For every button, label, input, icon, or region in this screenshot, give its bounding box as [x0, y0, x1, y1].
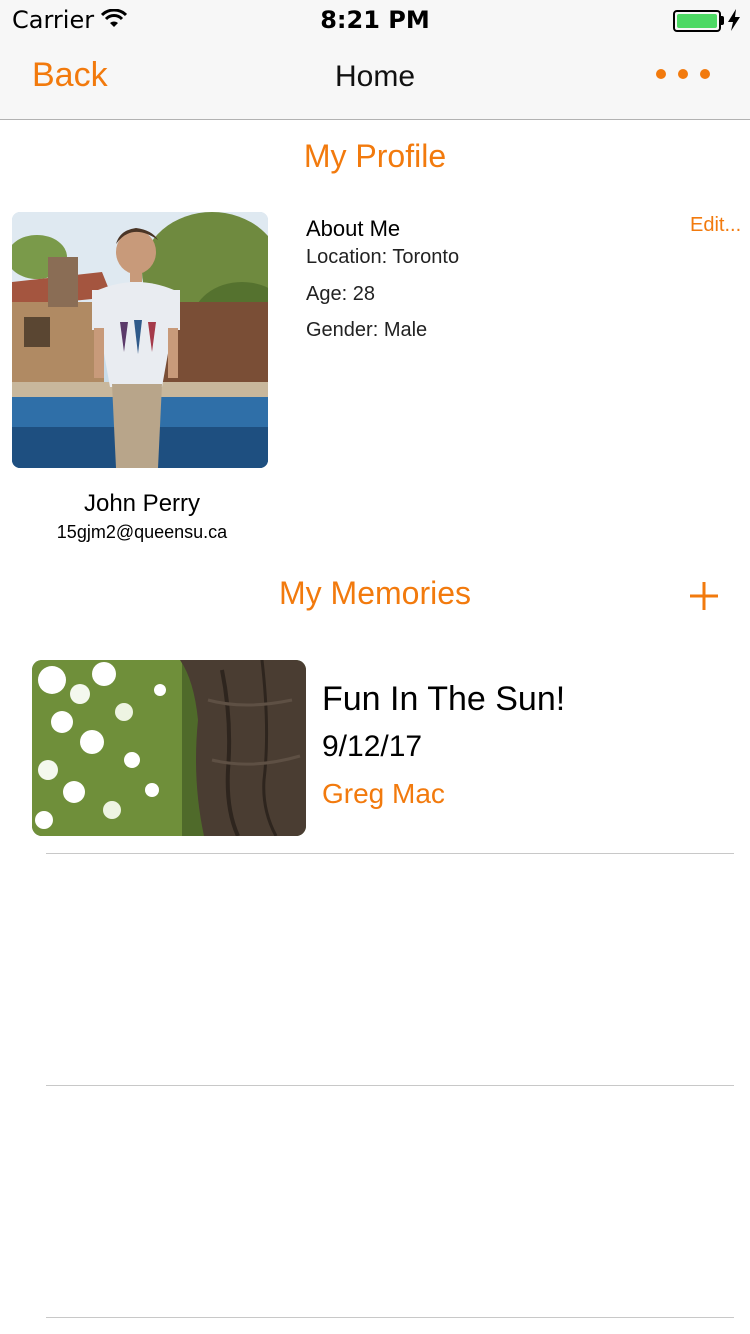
- dot: [656, 69, 666, 79]
- charging-bolt-icon: [728, 9, 740, 31]
- battery-tip: [721, 16, 724, 25]
- dot: [678, 69, 688, 79]
- status-bar: Carrier 8:21 PM: [0, 0, 750, 40]
- memory-date: 9/12/17: [322, 730, 423, 763]
- profile-email: 15gjm2@queensu.ca: [56, 522, 228, 542]
- row-divider: [46, 1085, 734, 1086]
- profile-photo[interactable]: [12, 212, 268, 468]
- age-detail: Age: 28: [306, 283, 375, 305]
- memories-section-title: My Memories: [278, 575, 471, 611]
- more-dots-icon[interactable]: [656, 66, 710, 82]
- nav-title: Home: [334, 60, 416, 93]
- edit-profile-button[interactable]: Edit...: [690, 214, 741, 237]
- about-me-heading: About Me: [306, 216, 401, 241]
- row-divider: [46, 1317, 734, 1318]
- plus-icon[interactable]: [686, 578, 722, 614]
- profile-section-title: My Profile: [303, 138, 447, 174]
- memory-title: Fun In The Sun!: [322, 680, 566, 718]
- dot: [700, 69, 710, 79]
- clock-time: 8:21 PM: [320, 6, 430, 34]
- location-detail: Location: Toronto: [306, 246, 460, 268]
- profile-photo-image: [12, 212, 268, 468]
- memory-thumbnail-image: [32, 660, 306, 836]
- memory-thumbnail: [32, 660, 306, 836]
- navigation-bar: Back Home: [0, 40, 750, 120]
- row-divider: [46, 853, 734, 854]
- gender-detail: Gender: Male: [306, 319, 428, 341]
- profile-name: John Perry: [83, 490, 201, 517]
- battery-icon: [673, 10, 721, 32]
- memory-author: Greg Mac: [322, 778, 445, 809]
